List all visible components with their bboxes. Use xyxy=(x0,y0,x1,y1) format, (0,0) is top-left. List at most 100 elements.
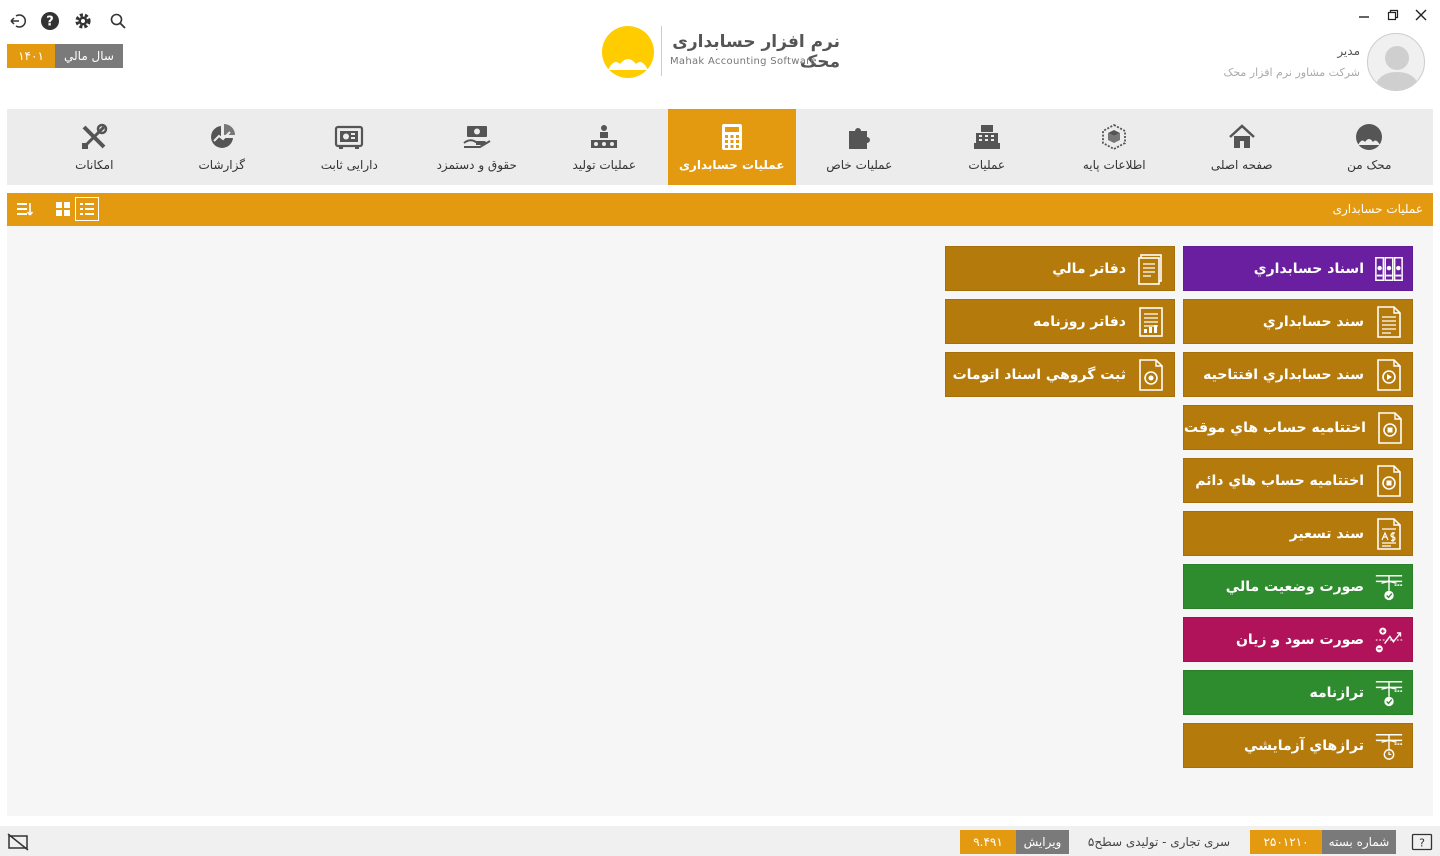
settings-button[interactable] xyxy=(72,10,94,32)
tile-label: صورت وضعيت مالي xyxy=(1225,578,1364,595)
tile-label: ترازهاي آزمايشي xyxy=(1244,737,1364,754)
nav-label: عملیات خاص xyxy=(826,158,893,172)
cash-register-icon xyxy=(973,125,1000,149)
grid-view-button[interactable] xyxy=(51,197,75,221)
document-stop-icon xyxy=(1378,411,1402,444)
nav-label: دارایی ثابت xyxy=(320,158,378,172)
nav-item-operations[interactable]: عملیات xyxy=(923,109,1051,185)
help-icon: ? xyxy=(41,12,59,30)
tools-icon xyxy=(82,123,108,149)
tile-journal-ledgers[interactable]: دفاتر روزنامه xyxy=(945,299,1175,344)
series-text: سری تجاری - تولیدی سطح۵ xyxy=(1087,835,1231,849)
svg-text:?: ? xyxy=(46,15,54,30)
tile-label: اختتاميه حساب هاي موقت xyxy=(1184,419,1366,436)
monitor-off-icon xyxy=(7,833,29,851)
tile-trial-balances[interactable]: ترازهاي آزمايشي xyxy=(1183,723,1413,768)
nav-label: محک من xyxy=(1347,158,1392,172)
close-icon xyxy=(1415,9,1427,21)
help-button[interactable]: ? xyxy=(39,10,61,32)
nav-item-production[interactable]: عملیات تولید xyxy=(541,109,669,185)
nav-item-special-operations[interactable]: عملیات خاص xyxy=(796,109,924,185)
mahak-logo-icon xyxy=(602,26,654,78)
profit-loss-icon xyxy=(1375,627,1403,652)
balance-check-icon xyxy=(1375,680,1403,706)
restore-icon xyxy=(1387,9,1399,21)
ledger-book-icon xyxy=(1138,253,1162,285)
nav-label: امکانات xyxy=(75,158,114,172)
logout-button[interactable] xyxy=(7,10,29,32)
fiscal-year-value: ۱۴۰۱ xyxy=(7,44,55,68)
status-bar: ۹.۴۹۱ ویرایش سری تجاری - تولیدی سطح۵ ۲۵۰… xyxy=(0,826,1440,856)
avatar[interactable] xyxy=(1367,33,1425,91)
logo-subtitle: Mahak Accounting Software xyxy=(670,56,817,67)
balance-check-icon xyxy=(1375,574,1403,600)
calculator-icon xyxy=(721,124,742,150)
nav-item-fixed-assets[interactable]: دارایی ثابت xyxy=(286,109,414,185)
tile-financial-ledgers[interactable]: دفاتر مالي xyxy=(945,246,1175,291)
factory-icon xyxy=(591,125,618,148)
fiscal-year-box[interactable]: ۱۴۰۱ سال مالي xyxy=(7,44,123,68)
restore-button[interactable] xyxy=(1384,6,1402,24)
tile-label: سند تسعير xyxy=(1289,525,1364,542)
tile-label: ترازنامه xyxy=(1309,684,1365,701)
tile-accounting-documents[interactable]: اسناد حسابداري xyxy=(1183,246,1413,291)
journal-icon xyxy=(1139,306,1163,337)
help-box-icon: ? xyxy=(1411,833,1433,851)
app-logo: نرم افزار حسابداری محک Mahak Accounting … xyxy=(600,24,845,80)
fiscal-year-label: سال مالي xyxy=(55,44,123,68)
nav-item-mahak-man[interactable]: محک من xyxy=(1306,109,1434,185)
document-lines-icon xyxy=(1377,305,1401,338)
tile-exchange-voucher[interactable]: سند تسعير xyxy=(1183,511,1413,556)
home-icon xyxy=(1228,124,1255,148)
tile-opening-voucher[interactable]: سند حسابداري افتتاحيه xyxy=(1183,352,1413,397)
display-toggle-button[interactable] xyxy=(6,830,30,854)
tile-label: سند حسابداري افتتاحيه xyxy=(1203,366,1364,383)
tile-label: دفاتر مالي xyxy=(1052,260,1126,277)
nav-item-reports[interactable]: گزارشات xyxy=(158,109,286,185)
document-auto-icon xyxy=(1139,358,1163,391)
tile-profit-loss[interactable]: صورت سود و زيان xyxy=(1183,617,1413,662)
section-header-bar: عملیات حسابداری xyxy=(7,193,1433,226)
nav-item-payroll[interactable]: حقوق و دستمزد xyxy=(413,109,541,185)
nav-label: گزارشات xyxy=(198,158,245,172)
search-icon xyxy=(110,13,126,29)
section-title: عملیات حسابداری xyxy=(1332,202,1423,216)
toggle-layout-button[interactable] xyxy=(13,197,37,221)
logo-separator xyxy=(661,26,662,76)
safe-icon xyxy=(335,125,364,149)
tile-temporary-closing[interactable]: اختتاميه حساب هاي موقت xyxy=(1183,405,1413,450)
main-nav: محک من صفحه اصلی اطلاعات پایه عملیات عمل… xyxy=(7,109,1433,185)
balance-clock-icon xyxy=(1375,733,1403,760)
nav-item-base-info[interactable]: اطلاعات پایه xyxy=(1051,109,1179,185)
help-status-button[interactable]: ? xyxy=(1410,830,1434,854)
tile-financial-statement[interactable]: صورت وضعيت مالي xyxy=(1183,564,1413,609)
nav-item-tools[interactable]: امکانات xyxy=(31,109,159,185)
nav-label: صفحه اصلی xyxy=(1210,158,1273,172)
gear-icon xyxy=(75,13,91,29)
nav-item-home[interactable]: صفحه اصلی xyxy=(1178,109,1306,185)
tile-label: ثبت گروهي اسناد اتومات xyxy=(952,366,1126,383)
tile-auto-group-registration[interactable]: ثبت گروهي اسناد اتومات xyxy=(945,352,1175,397)
svg-text:?: ? xyxy=(1419,837,1425,850)
swap-list-icon xyxy=(17,203,34,216)
salary-icon xyxy=(463,126,491,148)
nav-label: حقوق و دستمزد xyxy=(436,158,517,172)
logout-icon xyxy=(10,14,26,28)
nav-label: عملیات حسابداری xyxy=(678,158,785,172)
version-label: ویرایش xyxy=(1016,830,1069,854)
tile-balance-sheet[interactable]: ترازنامه xyxy=(1183,670,1413,715)
list-view-button[interactable] xyxy=(75,197,99,221)
tile-permanent-closing[interactable]: اختتاميه حساب هاي دائم xyxy=(1183,458,1413,503)
report-icon xyxy=(210,124,235,148)
close-button[interactable] xyxy=(1412,6,1430,24)
document-play-icon xyxy=(1377,358,1401,391)
tile-accounting-voucher[interactable]: سند حسابداري xyxy=(1183,299,1413,344)
nav-item-accounting-operations[interactable]: عملیات حسابداری xyxy=(668,109,796,185)
package-value: ۲۵۰۱۲۱۰ xyxy=(1250,830,1322,854)
document-stop-icon xyxy=(1377,464,1401,497)
binders-icon xyxy=(1375,256,1403,281)
minimize-button[interactable] xyxy=(1355,6,1373,24)
user-name: مدیر xyxy=(1337,44,1360,58)
search-button[interactable] xyxy=(107,10,129,32)
minimize-icon xyxy=(1359,16,1369,18)
